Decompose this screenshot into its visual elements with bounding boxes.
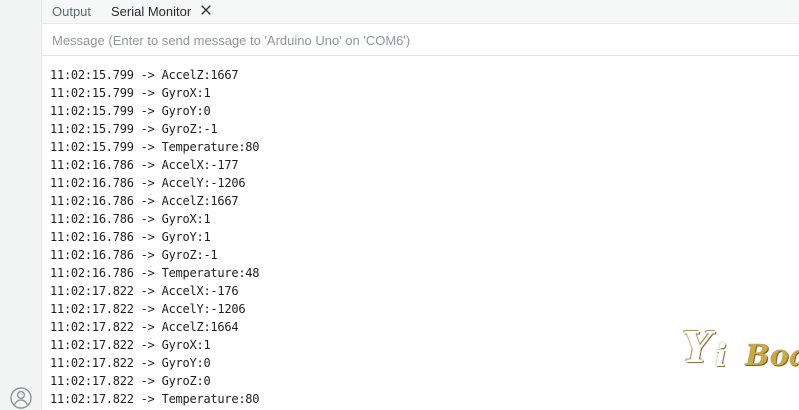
account-icon[interactable] [9,386,33,410]
serial-line: 11:02:17.822 -> AccelX:-176 [50,284,239,298]
serial-line: 11:02:15.799 -> GyroZ:-1 [50,122,218,136]
serial-line: 11:02:16.786 -> GyroY:1 [50,230,211,244]
serial-line: 11:02:17.822 -> AccelY:-1206 [50,302,246,316]
serial-line: 11:02:16.786 -> AccelX:-177 [50,158,239,172]
yiboard-watermark-logo: Y i Board [682,323,799,374]
serial-line: 11:02:15.799 -> GyroX:1 [50,86,211,100]
serial-line: 11:02:16.786 -> AccelY:-1206 [50,176,246,190]
serial-line: 11:02:15.799 -> Temperature:80 [50,140,260,154]
serial-line: 11:02:17.822 -> GyroX:1 [50,338,211,352]
serial-line: 11:02:15.799 -> GyroY:0 [50,104,211,118]
serial-line: 11:02:15.799 -> AccelZ:1667 [50,68,239,82]
serial-line: 11:02:16.786 -> Temperature:48 [50,266,260,280]
serial-line: 11:02:16.786 -> GyroZ:-1 [50,248,218,262]
serial-line: 11:02:17.822 -> AccelZ:1664 [50,320,239,334]
tab-output[interactable]: Output [52,2,91,21]
serial-line: 11:02:16.786 -> AccelZ:1667 [50,194,239,208]
message-input[interactable] [42,26,797,54]
bottom-panel: Output Serial Monitor 11:02:15.799 -> Ac… [42,0,799,410]
serial-line: 11:02:17.822 -> Temperature:80 [50,392,260,406]
tab-serial-monitor[interactable]: Serial Monitor [111,2,191,21]
close-icon[interactable] [199,3,213,17]
serial-monitor-window: Output Serial Monitor 11:02:15.799 -> Ac… [0,0,799,410]
serial-line: 11:02:17.822 -> GyroZ:0 [50,374,211,388]
message-bar [42,25,799,56]
panel-tabbar: Output Serial Monitor [42,0,799,24]
serial-line: 11:02:16.786 -> GyroX:1 [50,212,211,226]
serial-line: 11:02:17.822 -> GyroY:0 [50,356,211,370]
left-activity-rail [0,0,42,410]
